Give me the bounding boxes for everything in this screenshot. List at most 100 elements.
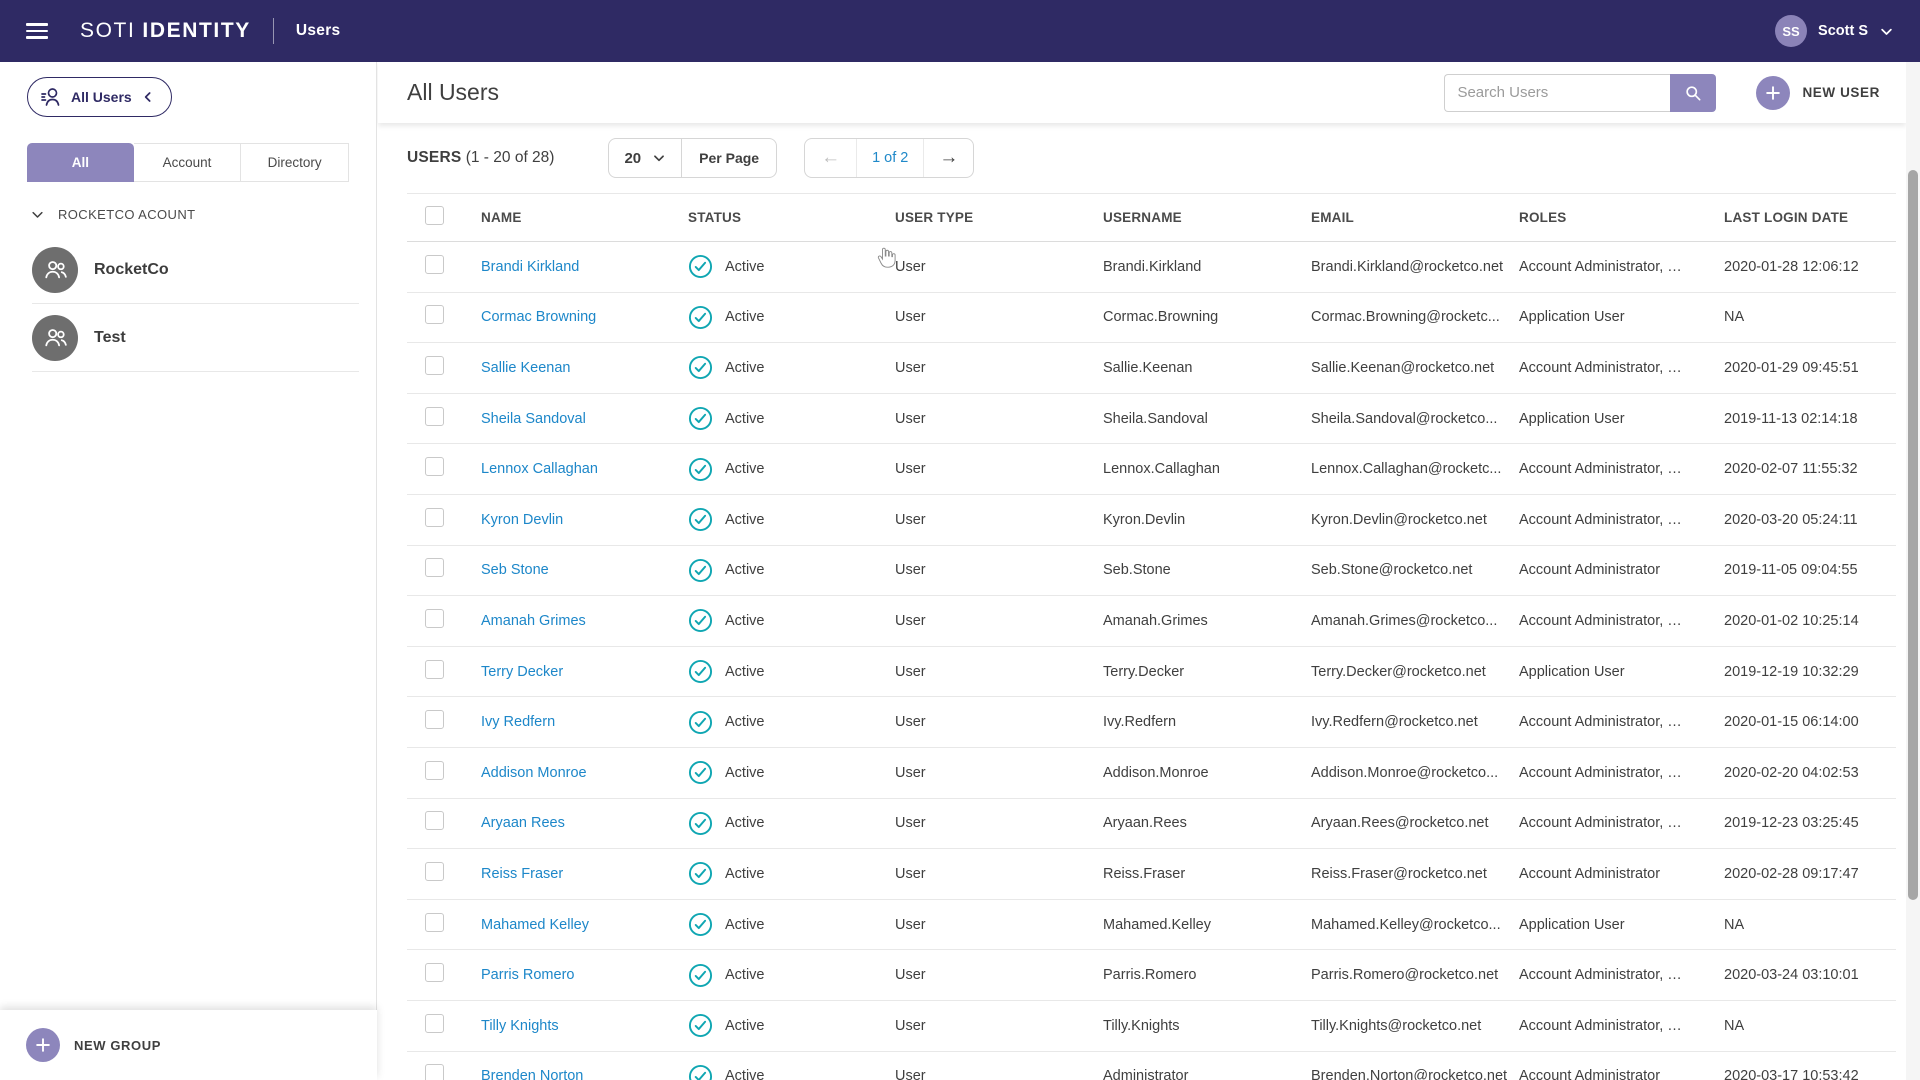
new-user-button[interactable]: NEW USER <box>1756 75 1880 110</box>
row-checkbox[interactable] <box>425 1013 444 1033</box>
roles-cell: Account Administrator <box>1519 562 1661 579</box>
row-checkbox[interactable] <box>425 507 444 527</box>
user-name-link[interactable]: Sallie Keenan <box>481 360 688 376</box>
row-checkbox[interactable] <box>425 912 444 932</box>
table-header-row: NAME STATUS USER TYPE USERNAME EMAIL ROLES LAS… <box>407 193 1896 242</box>
username-cell: Ivy.Redfern <box>1103 714 1177 731</box>
user-filter-label: All Users <box>71 89 132 105</box>
main-content: All Users NEW USER USERS (1 - 20 of 28) <box>378 62 1920 1080</box>
row-checkbox[interactable] <box>425 963 444 983</box>
last-login-cell: 2020-03-24 03:10:01 <box>1724 967 1859 984</box>
username-cell: Sallie.Keenan <box>1103 359 1193 376</box>
tab-all[interactable]: All <box>27 143 134 182</box>
select-all-checkbox[interactable] <box>425 205 444 225</box>
user-name-link[interactable]: Lennox Callaghan <box>481 461 688 477</box>
status-active-icon <box>688 912 713 937</box>
row-checkbox[interactable] <box>425 608 444 628</box>
user-name-link[interactable]: Kyron Devlin <box>481 512 688 528</box>
search-input[interactable] <box>1444 73 1671 112</box>
user-name-link[interactable]: Aryaan Rees <box>481 815 688 831</box>
new-user-label: NEW USER <box>1802 85 1880 100</box>
roles-cell: Application User <box>1519 309 1625 326</box>
table-row: Brandi Kirkland Active User Brandi.Kirkland… <box>407 242 1896 293</box>
row-checkbox[interactable] <box>425 305 444 325</box>
user-name-link[interactable]: Cormac Browning <box>481 309 688 325</box>
row-checkbox[interactable] <box>425 811 444 831</box>
user-name-link[interactable]: Brandi Kirkland <box>481 259 688 275</box>
user-name-link[interactable]: Seb Stone <box>481 562 688 578</box>
user-name-link[interactable]: Sheila Sandoval <box>481 411 688 427</box>
user-menu[interactable]: SS Scott S <box>1775 15 1894 47</box>
user-name-link[interactable]: Addison Monroe <box>481 765 688 781</box>
user-name-link[interactable]: Tilly Knights <box>481 1018 688 1034</box>
next-page-button[interactable]: → <box>924 139 973 177</box>
row-checkbox[interactable] <box>425 457 444 477</box>
search-button[interactable] <box>1670 73 1717 112</box>
hamburger-menu-icon[interactable] <box>26 23 48 39</box>
group-item-test[interactable]: Test <box>32 304 359 372</box>
status-active-icon <box>688 710 713 735</box>
last-login-cell: 2020-03-20 05:24:11 <box>1724 511 1858 528</box>
status-active-icon <box>688 659 713 684</box>
email-cell: Mahamed.Kelley@rocketco... <box>1311 916 1501 933</box>
roles-cell: Account Administrator, … <box>1519 714 1682 731</box>
group-users-icon <box>32 314 78 361</box>
tab-account[interactable]: Account <box>133 143 242 182</box>
status-active-icon <box>688 305 713 330</box>
row-checkbox[interactable] <box>425 710 444 730</box>
users-count-detail: (1 - 20 of 28) <box>465 149 555 166</box>
row-checkbox[interactable] <box>425 558 444 578</box>
new-group-button[interactable]: NEW GROUP <box>74 1038 161 1053</box>
plus-icon[interactable] <box>26 1028 60 1062</box>
status-active-icon <box>688 457 713 482</box>
roles-cell: Account Administrator, … <box>1519 1017 1682 1034</box>
username-cell: Mahamed.Kelley <box>1103 916 1211 933</box>
scrollbar-thumb[interactable] <box>1908 170 1918 900</box>
user-name-link[interactable]: Mahamed Kelley <box>481 917 688 933</box>
page-size-dropdown[interactable]: 20 <box>609 139 681 177</box>
column-header-user-type: USER TYPE <box>895 210 974 225</box>
chevron-down-icon[interactable] <box>30 207 45 222</box>
row-checkbox[interactable] <box>425 254 444 274</box>
username-cell: Sheila.Sandoval <box>1103 410 1208 427</box>
last-login-cell: 2020-02-20 04:02:53 <box>1724 764 1859 781</box>
row-checkbox[interactable] <box>425 760 444 780</box>
tree-header-rocketco-account[interactable]: ROCKETCO ACOUNT <box>30 207 195 222</box>
status-label: Active <box>725 410 765 427</box>
username-cell: Brandi.Kirkland <box>1103 258 1202 275</box>
chevron-left-icon[interactable] <box>140 89 156 105</box>
row-checkbox[interactable] <box>425 861 444 881</box>
table-row: Parris Romero Active User Parris.Romero Parr… <box>407 950 1896 1001</box>
status-label: Active <box>725 916 765 933</box>
user-name-link[interactable]: Terry Decker <box>481 664 688 680</box>
row-checkbox[interactable] <box>425 1064 444 1080</box>
user-name-link[interactable]: Reiss Fraser <box>481 866 688 882</box>
roles-cell: Account Administrator, … <box>1519 258 1682 275</box>
status-cell: Active <box>688 963 895 988</box>
group-list: RocketCo Test <box>0 236 377 372</box>
user-name-link[interactable]: Amanah Grimes <box>481 613 688 629</box>
row-checkbox[interactable] <box>425 355 444 375</box>
tab-directory[interactable]: Directory <box>241 143 350 182</box>
user-name-link[interactable]: Ivy Redfern <box>481 714 688 730</box>
email-cell: Sallie.Keenan@rocketco.net <box>1311 359 1495 376</box>
group-item-rocketco[interactable]: RocketCo <box>32 236 359 304</box>
row-checkbox[interactable] <box>425 659 444 679</box>
previous-page-button[interactable]: ← <box>805 139 856 177</box>
user-type-cell: User <box>895 865 926 882</box>
group-name: Test <box>94 328 126 346</box>
user-type-cell: User <box>895 511 926 528</box>
user-avatar[interactable]: SS <box>1775 15 1808 47</box>
user-type-cell: User <box>895 967 926 984</box>
user-name-link[interactable]: Parris Romero <box>481 967 688 983</box>
status-active-icon <box>688 861 713 886</box>
user-name-link[interactable]: Brenden Norton <box>481 1068 688 1080</box>
row-checkbox[interactable] <box>425 406 444 426</box>
username-cell: Addison.Monroe <box>1103 764 1209 781</box>
scrollbar-track[interactable] <box>1906 62 1920 1080</box>
user-type-cell: User <box>895 309 926 326</box>
user-filter-pill[interactable]: All Users <box>27 77 172 117</box>
status-active-icon <box>688 811 713 836</box>
status-cell: Active <box>688 710 895 735</box>
user-type-cell: User <box>895 461 926 478</box>
